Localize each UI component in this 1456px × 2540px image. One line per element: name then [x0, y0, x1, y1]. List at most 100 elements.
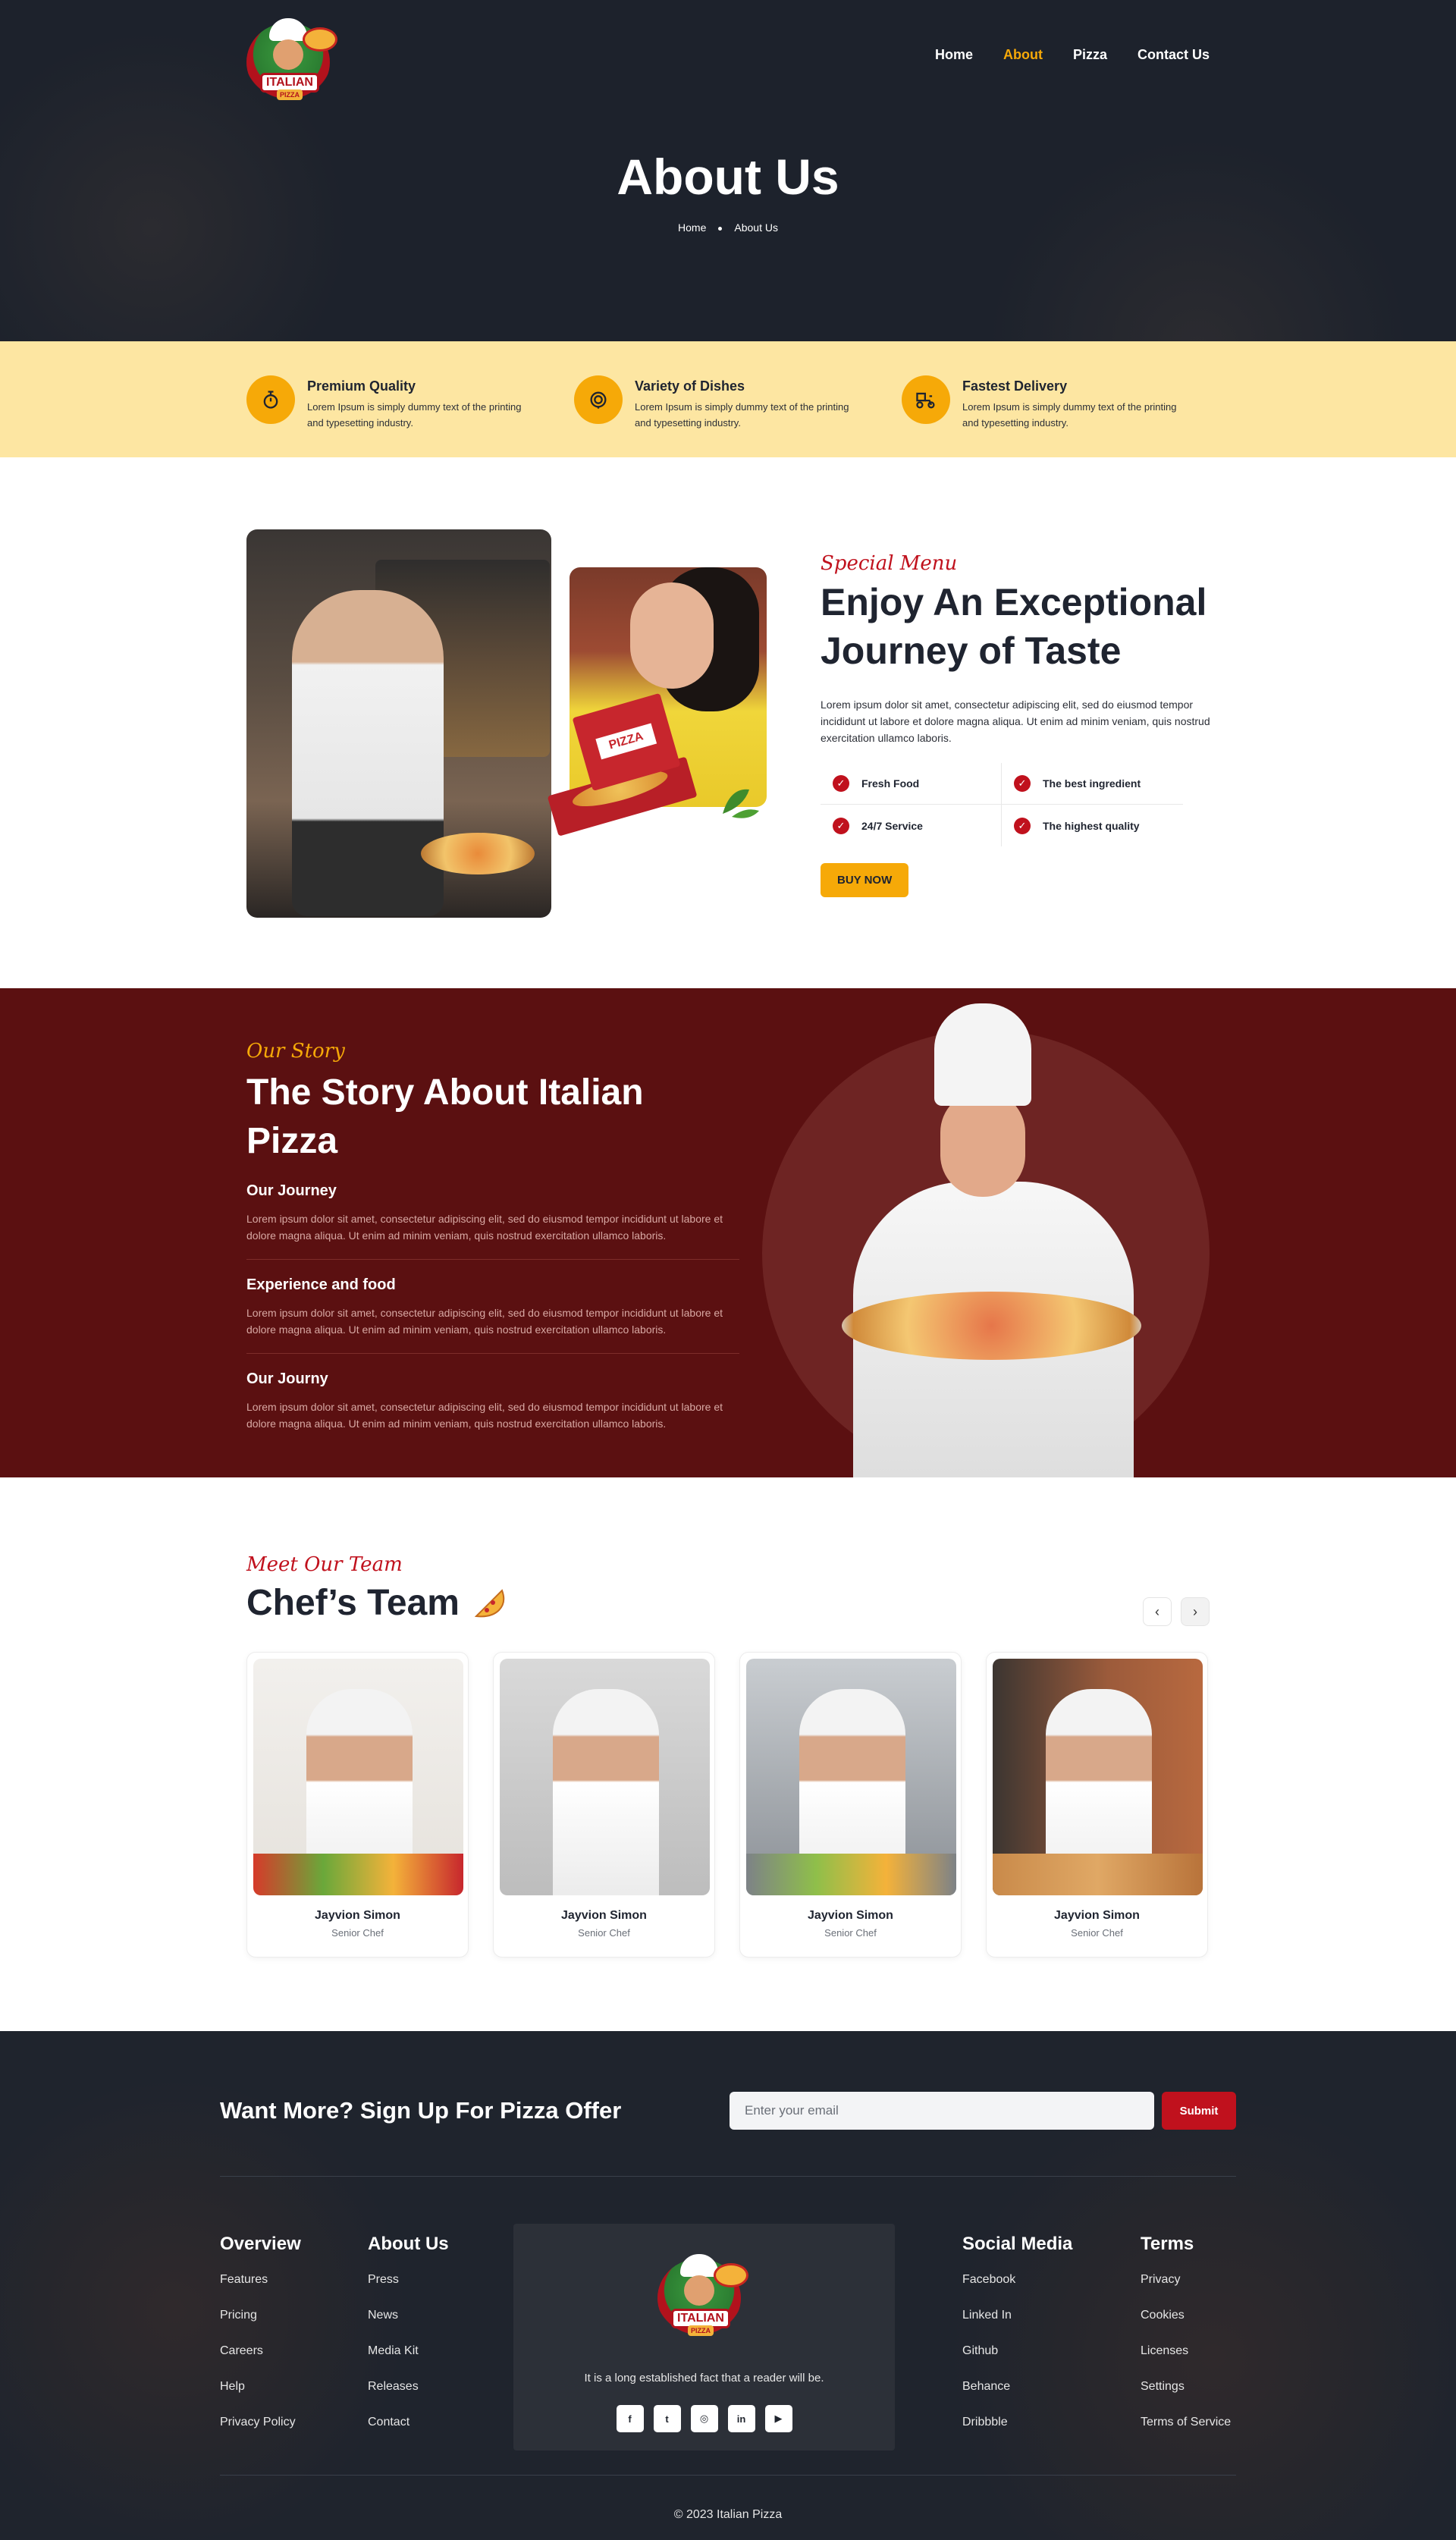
chef-photo	[746, 1659, 956, 1895]
footer-link[interactable]: Media Kit	[368, 2344, 449, 2358]
footer-link[interactable]: Github	[962, 2344, 1072, 2358]
footer-link[interactable]: Linked In	[962, 2309, 1072, 2322]
team-card[interactable]: Jayvion Simon Senior Chef	[739, 1652, 962, 1958]
story-item-title: Our Journy	[246, 1370, 328, 1387]
checklist-label: Fresh Food	[861, 777, 920, 790]
footer-link[interactable]: Features	[220, 2273, 301, 2287]
check-circle-icon: ✓	[833, 775, 849, 792]
check-circle-icon: ✓	[1014, 775, 1031, 792]
footer-link[interactable]: Settings	[1141, 2380, 1231, 2394]
footer-link[interactable]: Contact	[368, 2416, 449, 2429]
footer-link[interactable]: Privacy Policy	[220, 2416, 301, 2429]
chef-role: Senior Chef	[1071, 1927, 1123, 1939]
feature-text: Lorem Ipsum is simply dummy text of the …	[307, 401, 522, 429]
feature-title: Variety of Dishes	[635, 378, 745, 394]
delivery-scooter-icon	[902, 375, 950, 424]
submit-button[interactable]: Submit	[1162, 2092, 1236, 2130]
breadcrumb-separator	[718, 226, 723, 231]
head-chef-photo	[842, 1003, 1145, 1477]
pizza-slice-icon	[474, 1588, 505, 1617]
copyright: © 2023 Italian Pizza	[673, 2508, 783, 2521]
footer-col-title: About Us	[368, 2234, 449, 2254]
section-tag: Meet Our Team	[246, 1553, 403, 1576]
footer-link[interactable]: Pricing	[220, 2309, 301, 2322]
footer-link[interactable]: Careers	[220, 2344, 301, 2358]
hero-section: ITALIAN PIZZA Home About Pizza Contact U…	[0, 0, 1456, 341]
logo-subword: PIZZA	[688, 2325, 714, 2336]
checklist-item: ✓ The highest quality	[1002, 805, 1183, 846]
signup-heading: Want More? Sign Up For Pizza Offer	[220, 2097, 622, 2124]
footer-link[interactable]: Press	[368, 2273, 449, 2287]
team-heading-row: Chef’s Team	[246, 1582, 507, 1624]
footer-link[interactable]: Privacy	[1141, 2273, 1231, 2287]
carousel-prev-button[interactable]: ‹	[1143, 1597, 1172, 1626]
site-footer: Want More? Sign Up For Pizza Offer Submi…	[0, 2031, 1456, 2540]
story-item: Our Journy Lorem ipsum dolor sit amet, c…	[246, 1370, 739, 1447]
brand-logo[interactable]: ITALIAN PIZZA	[246, 17, 337, 102]
top-nav: ITALIAN PIZZA Home About Pizza Contact U…	[246, 17, 1210, 102]
chef-photo	[253, 1659, 463, 1895]
twitter-icon[interactable]: t	[653, 2405, 681, 2432]
footer-link[interactable]: Licenses	[1141, 2344, 1231, 2358]
breadcrumb-home[interactable]: Home	[678, 221, 706, 234]
team-card[interactable]: Jayvion Simon Senior Chef	[493, 1652, 715, 1958]
about-heading: Enjoy An Exceptional Journey of Taste	[821, 581, 1207, 672]
chef-name: Jayvion Simon	[1054, 1909, 1140, 1922]
footer-link[interactable]: Dribbble	[962, 2416, 1072, 2429]
footer-logo[interactable]: ITALIAN PIZZA	[657, 2253, 748, 2337]
footer-link[interactable]: Behance	[962, 2380, 1072, 2394]
nav-contact[interactable]: Contact Us	[1138, 47, 1210, 63]
footer-link[interactable]: Cookies	[1141, 2309, 1231, 2322]
pizza-box-label: PIZZA	[595, 723, 657, 760]
nav-about[interactable]: About	[1003, 47, 1043, 63]
nav-home[interactable]: Home	[935, 47, 973, 63]
footer-link[interactable]: News	[368, 2309, 449, 2322]
footer-col-overview: Overview Features Pricing Careers Help P…	[220, 2234, 301, 2451]
about-section: PIZZA Special Menu Enjoy An Exceptional …	[0, 457, 1456, 988]
youtube-icon[interactable]: ▶	[764, 2405, 792, 2432]
footer-link[interactable]: Facebook	[962, 2273, 1072, 2287]
email-input[interactable]	[730, 2092, 1154, 2130]
story-section: Our Story The Story About Italian Pizza …	[0, 988, 1456, 1477]
linkedin-icon[interactable]: in	[727, 2405, 755, 2432]
footer-link[interactable]: Terms of Service	[1141, 2416, 1231, 2429]
checklist-label: 24/7 Service	[861, 819, 923, 832]
page-title: About Us	[617, 149, 839, 205]
features-strip: Premium Quality Lorem Ipsum is simply du…	[0, 341, 1456, 457]
checklist-label: The highest quality	[1043, 819, 1140, 832]
chef-role: Senior Chef	[578, 1927, 630, 1939]
team-card[interactable]: Jayvion Simon Senior Chef	[246, 1652, 469, 1958]
story-item-title: Experience and food	[246, 1276, 396, 1293]
stopwatch-icon	[246, 375, 295, 424]
footer-col-social: Social Media Facebook Linked In Github B…	[962, 2234, 1072, 2451]
instagram-icon[interactable]: ◎	[690, 2405, 718, 2432]
buy-now-button[interactable]: BUY NOW	[821, 863, 909, 897]
feature-title: Premium Quality	[307, 378, 416, 394]
chef-photo	[500, 1659, 710, 1895]
carousel-next-button[interactable]: ›	[1181, 1597, 1210, 1626]
footer-col-terms: Terms Privacy Cookies Licenses Settings …	[1141, 2234, 1231, 2451]
footer-col-title: Social Media	[962, 2234, 1073, 2254]
checklist-item: ✓ 24/7 Service	[821, 805, 1002, 846]
footer-link[interactable]: Releases	[368, 2380, 449, 2394]
story-item-text: Lorem ipsum dolor sit amet, consectetur …	[246, 1401, 723, 1430]
nav-pizza[interactable]: Pizza	[1073, 47, 1107, 63]
footer-col-title: Overview	[220, 2234, 301, 2254]
chef-name: Jayvion Simon	[315, 1909, 400, 1922]
facebook-icon[interactable]: f	[616, 2405, 644, 2432]
footer-tagline: It is a long established fact that a rea…	[584, 2372, 824, 2385]
team-card[interactable]: Jayvion Simon Senior Chef	[986, 1652, 1208, 1958]
feature-text: Lorem Ipsum is simply dummy text of the …	[962, 401, 1177, 429]
about-content: Special Menu Enjoy An Exceptional Journe…	[821, 552, 1215, 897]
team-header: Meet Our Team Chef’s Team	[246, 1553, 507, 1624]
story-heading: The Story About Italian Pizza	[246, 1072, 644, 1161]
feature-checklist: ✓ Fresh Food ✓ The best ingredient ✓ 24/7 S…	[821, 763, 1183, 846]
pizza-box-image: PIZZA	[529, 689, 704, 837]
footer-link[interactable]: Help	[220, 2380, 301, 2394]
team-section: Meet Our Team Chef’s Team ‹ › Jayvion Si…	[0, 1477, 1456, 2031]
story-item-title: Our Journey	[246, 1182, 337, 1199]
footer-divider	[220, 2176, 1236, 2177]
team-carousel-controls: ‹ ›	[1143, 1597, 1210, 1626]
footer-divider	[220, 2475, 1236, 2476]
chef-with-pizza-photo	[246, 529, 551, 918]
